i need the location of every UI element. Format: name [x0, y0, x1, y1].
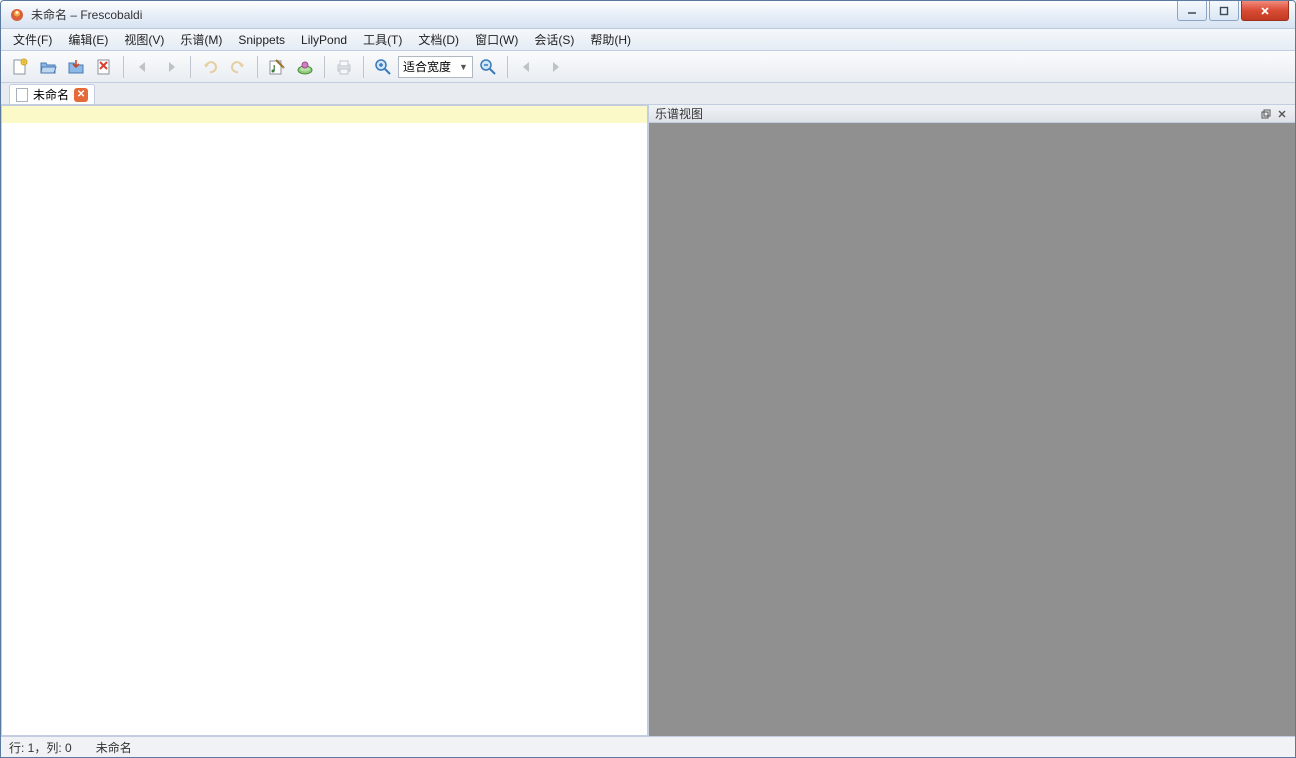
toolbar-separator	[507, 56, 508, 78]
close-pane-icon[interactable]	[1275, 107, 1289, 121]
toolbar: 适合宽度 ▼	[1, 51, 1295, 83]
redo-button[interactable]	[225, 54, 251, 80]
nav-back-button[interactable]	[130, 54, 156, 80]
score-wizard-button[interactable]	[264, 54, 290, 80]
menu-snippets[interactable]: Snippets	[230, 29, 293, 50]
zoom-mode-combo[interactable]: 适合宽度 ▼	[398, 56, 473, 78]
status-cursor-position: 行: 1，列: 0	[9, 739, 72, 756]
menu-session[interactable]: 会话(S)	[526, 29, 582, 50]
music-view-header: 乐谱视图	[649, 105, 1295, 123]
document-tab[interactable]: 未命名 ✕	[9, 84, 95, 104]
save-button[interactable]	[63, 54, 89, 80]
page-prev-button[interactable]	[514, 54, 540, 80]
toolbar-separator	[363, 56, 364, 78]
music-view-pane: 乐谱视图	[649, 105, 1295, 736]
editor-pane	[1, 105, 649, 736]
toolbar-separator	[324, 56, 325, 78]
nav-forward-button[interactable]	[158, 54, 184, 80]
menu-help[interactable]: 帮助(H)	[582, 29, 639, 50]
maximize-button[interactable]	[1209, 1, 1239, 21]
menu-lilypond[interactable]: LilyPond	[293, 29, 355, 50]
toolbar-separator	[190, 56, 191, 78]
zoom-out-button[interactable]	[475, 54, 501, 80]
document-tabbar: 未命名 ✕	[1, 83, 1295, 105]
print-button[interactable]	[331, 54, 357, 80]
undock-icon[interactable]	[1259, 107, 1273, 121]
window-title: 未命名 – Frescobaldi	[31, 6, 142, 23]
app-icon	[9, 7, 25, 23]
zoom-mode-label: 适合宽度	[403, 58, 451, 75]
new-button[interactable]	[7, 54, 33, 80]
music-view-title: 乐谱视图	[655, 105, 1257, 122]
menu-window[interactable]: 窗口(W)	[467, 29, 526, 50]
page-next-button[interactable]	[542, 54, 568, 80]
menu-edit[interactable]: 编辑(E)	[60, 29, 116, 50]
menu-document[interactable]: 文档(D)	[410, 29, 467, 50]
app-window: 未命名 – Frescobaldi 文件(F) 编辑(E) 视图(V) 乐谱(M…	[0, 0, 1296, 758]
text-editor[interactable]	[1, 105, 648, 736]
statusbar: 行: 1，列: 0 未命名	[1, 737, 1295, 757]
tab-close-icon[interactable]: ✕	[74, 88, 88, 102]
minimize-button[interactable]	[1177, 1, 1207, 21]
document-icon	[16, 88, 28, 102]
editor-current-line	[2, 106, 647, 123]
document-tab-label: 未命名	[33, 86, 69, 103]
main-area: 乐谱视图	[1, 105, 1295, 737]
status-document-name: 未命名	[96, 739, 132, 756]
music-view-content[interactable]	[649, 123, 1295, 736]
menubar: 文件(F) 编辑(E) 视图(V) 乐谱(M) Snippets LilyPon…	[1, 29, 1295, 51]
undo-button[interactable]	[197, 54, 223, 80]
titlebar: 未命名 – Frescobaldi	[1, 1, 1295, 29]
close-button[interactable]	[1241, 1, 1289, 21]
chevron-down-icon: ▼	[459, 62, 468, 72]
toolbar-separator	[257, 56, 258, 78]
close-doc-button[interactable]	[91, 54, 117, 80]
zoom-in-button[interactable]	[370, 54, 396, 80]
menu-score[interactable]: 乐谱(M)	[172, 29, 230, 50]
open-button[interactable]	[35, 54, 61, 80]
window-controls	[1177, 1, 1295, 21]
engrave-button[interactable]	[292, 54, 318, 80]
menu-file[interactable]: 文件(F)	[5, 29, 60, 50]
menu-tools[interactable]: 工具(T)	[355, 29, 410, 50]
toolbar-separator	[123, 56, 124, 78]
menu-view[interactable]: 视图(V)	[116, 29, 172, 50]
